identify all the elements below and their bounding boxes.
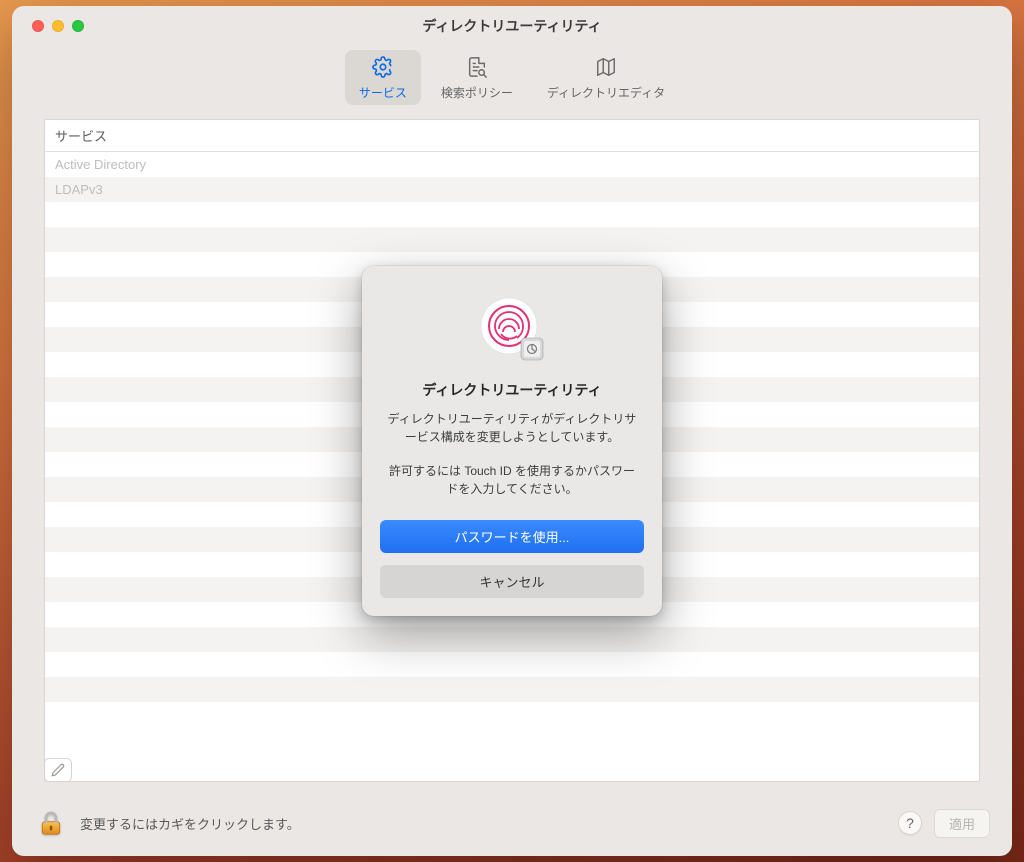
unlock-button[interactable] bbox=[34, 806, 68, 840]
gear-icon bbox=[372, 56, 394, 78]
tab-directory-editor-label: ディレクトリエディタ bbox=[547, 84, 665, 101]
auth-dialog: ディレクトリユーティリティ ディレクトリユーティリティがディレクトリサービス構成… bbox=[362, 266, 662, 616]
table-row-empty bbox=[45, 677, 979, 702]
map-icon bbox=[595, 56, 617, 78]
dialog-message: ディレクトリユーティリティがディレクトリサービス構成を変更しようとしています。 bbox=[380, 410, 644, 446]
minimize-window-button[interactable] bbox=[52, 20, 64, 32]
footer: 変更するにはカギをクリックします。 ? 適用 bbox=[12, 796, 1012, 856]
toolbar: サービス 検索ポリシー ディレクトリエディタ bbox=[12, 46, 1012, 119]
table-header-services[interactable]: サービス bbox=[45, 120, 979, 152]
tab-directory-editor[interactable]: ディレクトリエディタ bbox=[533, 50, 679, 105]
table-row-empty bbox=[45, 652, 979, 677]
use-password-button[interactable]: パスワードを使用... bbox=[380, 520, 644, 553]
table-row[interactable]: LDAPv3 bbox=[45, 177, 979, 202]
tab-search-policy[interactable]: 検索ポリシー bbox=[427, 50, 527, 105]
traffic-lights bbox=[32, 20, 84, 32]
zoom-window-button[interactable] bbox=[72, 20, 84, 32]
help-button[interactable]: ? bbox=[898, 811, 922, 835]
table-row-empty bbox=[45, 202, 979, 227]
tab-services-label: サービス bbox=[359, 84, 407, 101]
app-window: ディレクトリユーティリティ サービス 検索ポリシー ディレクトリエディタ サービ… bbox=[12, 6, 1012, 856]
edit-button[interactable] bbox=[44, 758, 72, 782]
table-row-empty bbox=[45, 227, 979, 252]
tab-services[interactable]: サービス bbox=[345, 50, 421, 105]
dialog-title: ディレクトリユーティリティ bbox=[380, 380, 644, 400]
document-search-icon bbox=[466, 56, 488, 78]
lock-icon bbox=[36, 808, 66, 838]
cancel-button[interactable]: キャンセル bbox=[380, 565, 644, 598]
pencil-icon bbox=[51, 763, 65, 777]
touch-id-icon bbox=[475, 292, 549, 366]
table-row[interactable]: Active Directory bbox=[45, 152, 979, 177]
close-window-button[interactable] bbox=[32, 20, 44, 32]
titlebar: ディレクトリユーティリティ bbox=[12, 6, 1012, 46]
lock-hint-text: 変更するにはカギをクリックします。 bbox=[80, 814, 886, 833]
window-title: ディレクトリユーティリティ bbox=[28, 16, 996, 36]
apply-button[interactable]: 適用 bbox=[934, 809, 990, 838]
table-row-empty bbox=[45, 627, 979, 652]
dialog-hint: 許可するには Touch ID を使用するかパスワードを入力してください。 bbox=[380, 462, 644, 498]
tab-search-policy-label: 検索ポリシー bbox=[441, 84, 513, 101]
